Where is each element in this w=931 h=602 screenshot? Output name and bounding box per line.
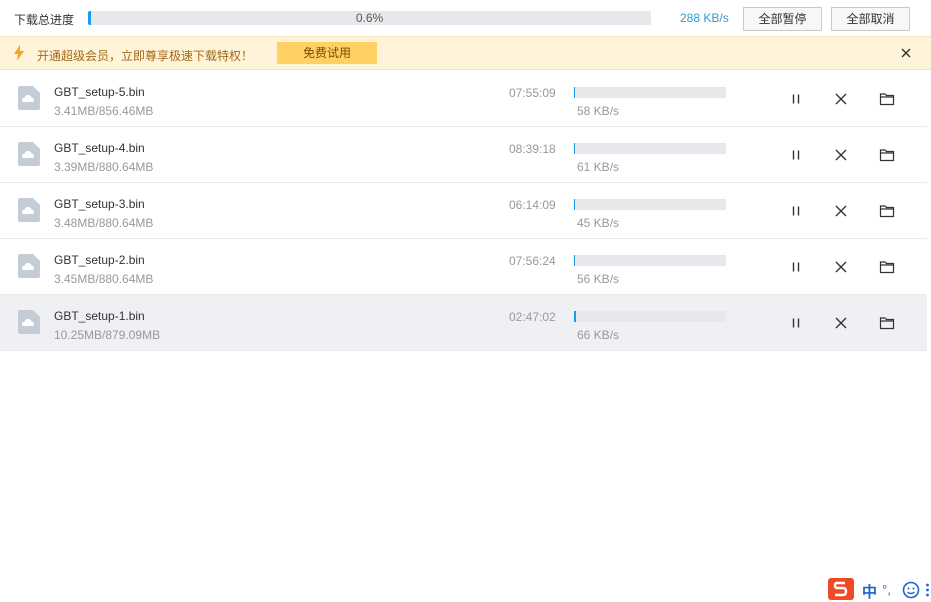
time-remaining: 06:14:09 xyxy=(509,198,556,212)
row-progress-fill xyxy=(574,311,576,322)
row-progress-bar xyxy=(574,143,726,154)
download-speed: 61 KB/s xyxy=(577,160,620,174)
file-size: 3.39MB/880.64MB xyxy=(54,160,154,174)
more-icon[interactable] xyxy=(924,581,931,599)
download-speed: 58 KB/s xyxy=(577,104,620,118)
free-trial-button[interactable]: 免费试用 xyxy=(277,42,377,64)
total-speed: 288 KB/s xyxy=(680,11,729,25)
cloud-file-icon xyxy=(18,254,40,278)
file-name: GBT_setup-1.bin xyxy=(54,309,145,323)
file-name: GBT_setup-2.bin xyxy=(54,253,145,267)
pause-all-button[interactable]: 全部暂停 xyxy=(743,7,822,31)
vip-banner: 开通超级会员，立即尊享极速下载特权！ 免费试用 xyxy=(0,36,931,70)
pause-icon[interactable] xyxy=(788,147,804,163)
cloud-file-icon xyxy=(18,198,40,222)
lightning-icon xyxy=(14,45,24,61)
file-size: 3.41MB/856.46MB xyxy=(54,104,154,118)
download-speed: 66 KB/s xyxy=(577,328,620,342)
time-remaining: 07:56:24 xyxy=(509,254,556,268)
file-size: 10.25MB/879.09MB xyxy=(54,328,161,342)
cloud-file-icon xyxy=(18,86,40,110)
ime-toolbar: 中 °, xyxy=(826,578,931,601)
total-progress-bar: 0.6% xyxy=(88,11,651,25)
file-size: 3.45MB/880.64MB xyxy=(54,272,154,286)
row-progress-fill xyxy=(574,87,575,98)
download-row[interactable]: GBT_setup-4.bin 3.39MB/880.64MB 08:39:18… xyxy=(0,127,927,183)
time-remaining: 02:47:02 xyxy=(509,310,556,324)
cancel-icon[interactable] xyxy=(833,147,849,163)
folder-icon[interactable] xyxy=(879,259,895,275)
total-progress-label: 下载总进度 xyxy=(14,13,75,27)
pause-icon[interactable] xyxy=(788,91,804,107)
total-progress-percent: 0.6% xyxy=(355,11,384,25)
row-progress-fill xyxy=(574,143,575,154)
cancel-all-button[interactable]: 全部取消 xyxy=(831,7,910,31)
row-progress-bar xyxy=(574,311,726,322)
cancel-icon[interactable] xyxy=(833,91,849,107)
cancel-icon[interactable] xyxy=(833,203,849,219)
file-size: 3.48MB/880.64MB xyxy=(54,216,154,230)
pause-icon[interactable] xyxy=(788,315,804,331)
download-speed: 56 KB/s xyxy=(577,272,620,286)
cloud-file-icon xyxy=(18,310,40,334)
header-bar: 下载总进度 0.6% 288 KB/s 全部暂停 全部取消 xyxy=(0,0,931,36)
row-progress-fill xyxy=(574,199,575,210)
time-remaining: 07:55:09 xyxy=(509,86,556,100)
row-progress-fill xyxy=(574,255,575,266)
row-progress-bar xyxy=(574,255,726,266)
folder-icon[interactable] xyxy=(879,147,895,163)
folder-icon[interactable] xyxy=(879,315,895,331)
emoji-icon[interactable] xyxy=(902,581,920,599)
cancel-icon[interactable] xyxy=(833,315,849,331)
folder-icon[interactable] xyxy=(879,203,895,219)
close-icon[interactable] xyxy=(898,45,914,61)
file-name: GBT_setup-4.bin xyxy=(54,141,145,155)
download-row[interactable]: GBT_setup-5.bin 3.41MB/856.46MB 07:55:09… xyxy=(0,71,927,127)
download-row[interactable]: GBT_setup-2.bin 3.45MB/880.64MB 07:56:24… xyxy=(0,239,927,295)
row-progress-bar xyxy=(574,87,726,98)
file-name: GBT_setup-3.bin xyxy=(54,197,145,211)
file-name: GBT_setup-5.bin xyxy=(54,85,145,99)
cancel-icon[interactable] xyxy=(833,259,849,275)
pause-icon[interactable] xyxy=(788,203,804,219)
download-row[interactable]: GBT_setup-1.bin 10.25MB/879.09MB 02:47:0… xyxy=(0,295,927,351)
ime-punctuation[interactable]: °, xyxy=(882,582,891,597)
download-list: GBT_setup-5.bin 3.41MB/856.46MB 07:55:09… xyxy=(0,71,927,351)
sogou-logo-icon[interactable] xyxy=(828,578,854,600)
download-row[interactable]: GBT_setup-3.bin 3.48MB/880.64MB 06:14:09… xyxy=(0,183,927,239)
cloud-file-icon xyxy=(18,142,40,166)
download-speed: 45 KB/s xyxy=(577,216,620,230)
pause-icon[interactable] xyxy=(788,259,804,275)
time-remaining: 08:39:18 xyxy=(509,142,556,156)
vip-banner-text: 开通超级会员，立即尊享极速下载特权！ xyxy=(37,49,254,63)
folder-icon[interactable] xyxy=(879,91,895,107)
row-progress-bar xyxy=(574,199,726,210)
ime-mode[interactable]: 中 xyxy=(862,581,877,602)
